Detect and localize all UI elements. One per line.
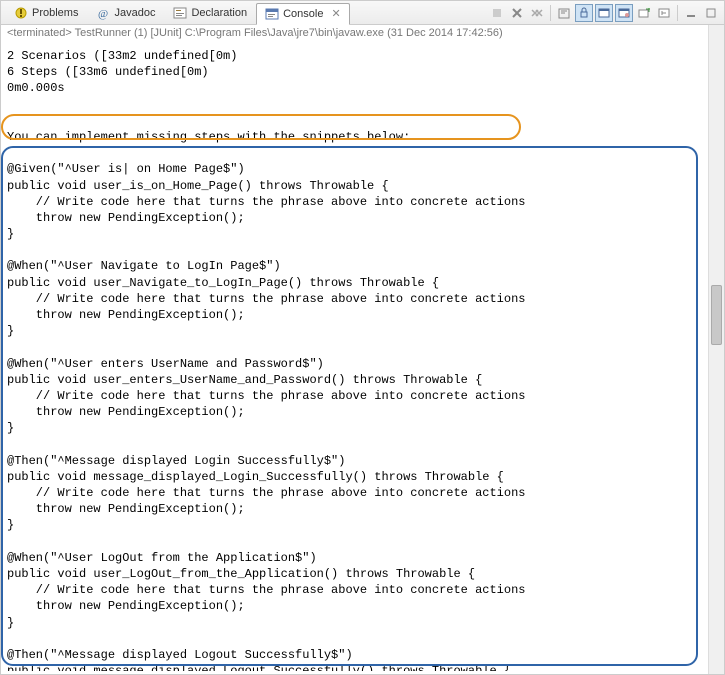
tab-console[interactable]: Console ✕ (256, 3, 350, 25)
tab-declaration[interactable]: Declaration (164, 2, 256, 24)
console-toolbar (488, 4, 724, 22)
scrollbar-thumb[interactable] (711, 285, 722, 345)
summary-line: 0m0.000s (7, 80, 718, 96)
blank-line (7, 242, 718, 258)
snippet: @When("^User enters UserName and Passwor… (7, 356, 718, 437)
vertical-scrollbar[interactable] (708, 25, 724, 674)
javadoc-icon: @ (96, 6, 110, 20)
blank-line (7, 145, 718, 161)
snippet: @Given("^User is| on Home Page$") public… (7, 161, 718, 242)
terminate-button[interactable] (488, 4, 506, 22)
tab-label: Declaration (191, 7, 247, 19)
tab-label: Javadoc (114, 7, 155, 19)
separator (677, 5, 678, 21)
tab-bar: Problems @ Javadoc Declaration Console ✕ (1, 1, 724, 25)
clear-console-button[interactable] (555, 4, 573, 22)
tab-problems[interactable]: Problems (5, 2, 87, 24)
show-console-button[interactable] (595, 4, 613, 22)
pin-console-button[interactable] (615, 4, 633, 22)
close-icon[interactable]: ✕ (331, 7, 340, 20)
summary-line: 6 Steps ([33m6 undefined[0m) (7, 64, 718, 80)
scroll-lock-button[interactable] (575, 4, 593, 22)
blank-line (7, 437, 718, 453)
blank-line (7, 339, 718, 355)
tab-label: Console (283, 8, 323, 20)
maximize-button[interactable] (702, 4, 720, 22)
display-selected-button[interactable] (655, 4, 673, 22)
hint-line: You can implement missing steps with the… (7, 129, 718, 145)
blank-line (7, 97, 718, 113)
snippet: @Then("^Message displayed Logout Success… (7, 647, 718, 671)
separator (550, 5, 551, 21)
console-status: <terminated> TestRunner (1) [JUnit] C:\P… (1, 25, 724, 42)
remove-all-button[interactable] (528, 4, 546, 22)
blank-line (7, 534, 718, 550)
minimize-button[interactable] (682, 4, 700, 22)
open-console-button[interactable] (635, 4, 653, 22)
summary-line: 2 Scenarios ([33m2 undefined[0m) (7, 48, 718, 64)
remove-launch-button[interactable] (508, 4, 526, 22)
problems-icon (14, 6, 28, 20)
svg-text:@: @ (98, 8, 108, 20)
console-icon (265, 7, 279, 21)
tab-javadoc[interactable]: @ Javadoc (87, 2, 164, 24)
console-output[interactable]: 2 Scenarios ([33m2 undefined[0m) 6 Ste… (1, 42, 724, 671)
snippet: @When("^User LogOut from the Application… (7, 550, 718, 631)
tab-label: Problems (32, 7, 78, 19)
blank-line (7, 631, 718, 647)
snippet: @Then("^Message displayed Login Successf… (7, 453, 718, 534)
declaration-icon (173, 6, 187, 20)
blank-line (7, 113, 718, 129)
snippet: @When("^User Navigate to LogIn Page$") p… (7, 258, 718, 339)
